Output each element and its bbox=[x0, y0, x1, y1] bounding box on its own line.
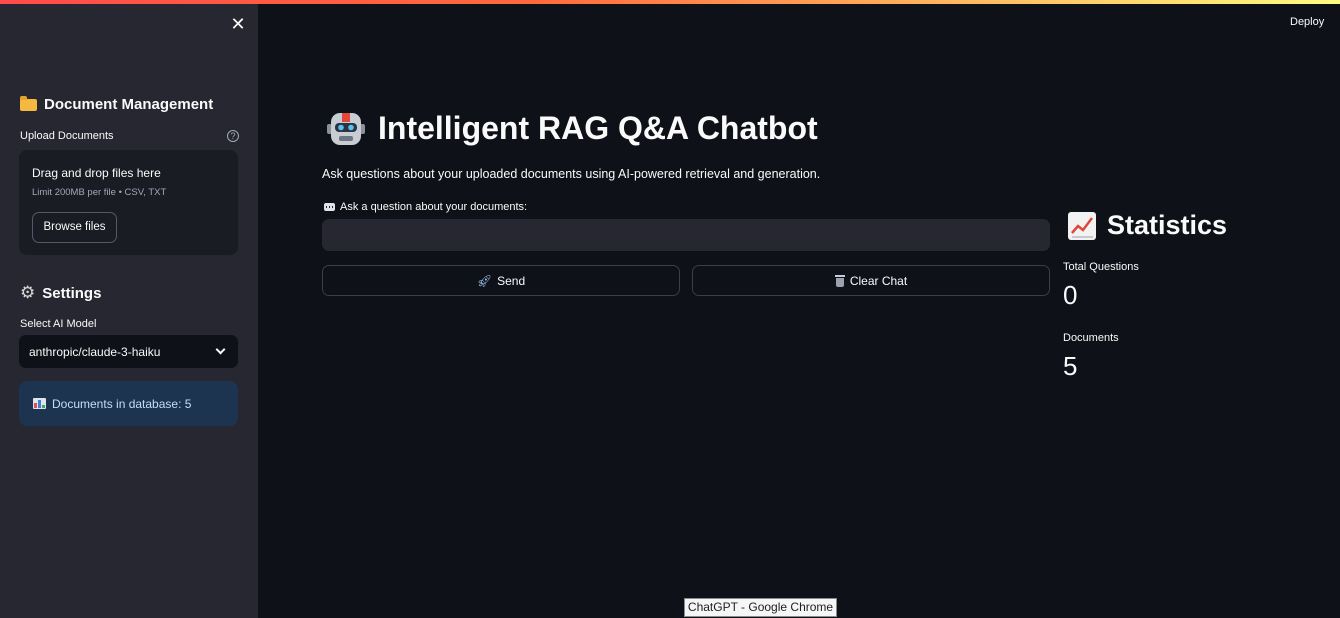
chevron-down-icon bbox=[215, 344, 226, 355]
browse-files-button[interactable]: Browse files bbox=[32, 212, 117, 243]
send-button-label: Send bbox=[497, 273, 526, 288]
document-management-title: Document Management bbox=[44, 96, 214, 113]
model-select-label: Select AI Model bbox=[20, 318, 97, 330]
document-management-heading: Document Management bbox=[20, 95, 214, 113]
documents-info-text: Documents in database: 5 bbox=[52, 396, 192, 411]
clear-chat-button[interactable]: Clear Chat bbox=[692, 265, 1050, 296]
sidebar: ✕ Document Management Upload Documents ?… bbox=[0, 0, 258, 618]
file-dropzone[interactable]: Drag and drop files here Limit 200MB per… bbox=[19, 150, 238, 255]
settings-heading: ⚙ Settings bbox=[20, 283, 101, 303]
settings-title: Settings bbox=[42, 284, 102, 302]
close-sidebar-icon[interactable]: ✕ bbox=[228, 14, 248, 34]
window-tooltip: ChatGPT - Google Chrome bbox=[684, 598, 837, 617]
bar-chart-icon bbox=[33, 398, 46, 409]
question-label: Ask a question about your documents: bbox=[324, 201, 527, 213]
total-questions-label: Total Questions bbox=[1063, 261, 1139, 273]
help-icon[interactable]: ? bbox=[227, 130, 239, 142]
documents-count-value: 5 bbox=[1063, 351, 1078, 381]
page-subtitle: Ask questions about your uploaded docume… bbox=[322, 167, 821, 181]
top-decoration-bar bbox=[0, 0, 1340, 4]
total-questions-value: 0 bbox=[1063, 280, 1078, 310]
rocket-icon: 🚀︎ bbox=[476, 273, 493, 288]
upload-documents-label: Upload Documents bbox=[20, 130, 114, 142]
model-select[interactable]: anthropic/claude-3-haiku bbox=[19, 335, 238, 368]
documents-info-box: Documents in database: 5 bbox=[19, 381, 238, 426]
clear-chat-button-label: Clear Chat bbox=[849, 273, 908, 288]
model-select-value: anthropic/claude-3-haiku bbox=[29, 345, 161, 359]
gear-icon: ⚙ bbox=[20, 283, 36, 302]
question-input[interactable] bbox=[322, 219, 1050, 251]
folder-icon bbox=[20, 95, 37, 111]
statistics-title: Statistics bbox=[1107, 210, 1228, 240]
trending-up-icon bbox=[1068, 211, 1096, 240]
question-label-text: Ask a question about your documents: bbox=[340, 201, 528, 213]
speech-bubble-icon bbox=[324, 203, 335, 211]
robot-icon bbox=[327, 113, 365, 145]
dropzone-hint: Limit 200MB per file • CSV, TXT bbox=[32, 187, 167, 198]
trash-icon bbox=[834, 274, 845, 287]
deploy-button[interactable]: Deploy bbox=[1290, 16, 1324, 28]
page-title: Intelligent RAG Q&A Chatbot bbox=[378, 110, 818, 146]
send-button[interactable]: 🚀︎ Send bbox=[322, 265, 680, 296]
dropzone-title: Drag and drop files here bbox=[32, 166, 161, 180]
documents-count-label: Documents bbox=[1063, 332, 1119, 344]
statistics-heading: Statistics bbox=[1067, 210, 1227, 241]
